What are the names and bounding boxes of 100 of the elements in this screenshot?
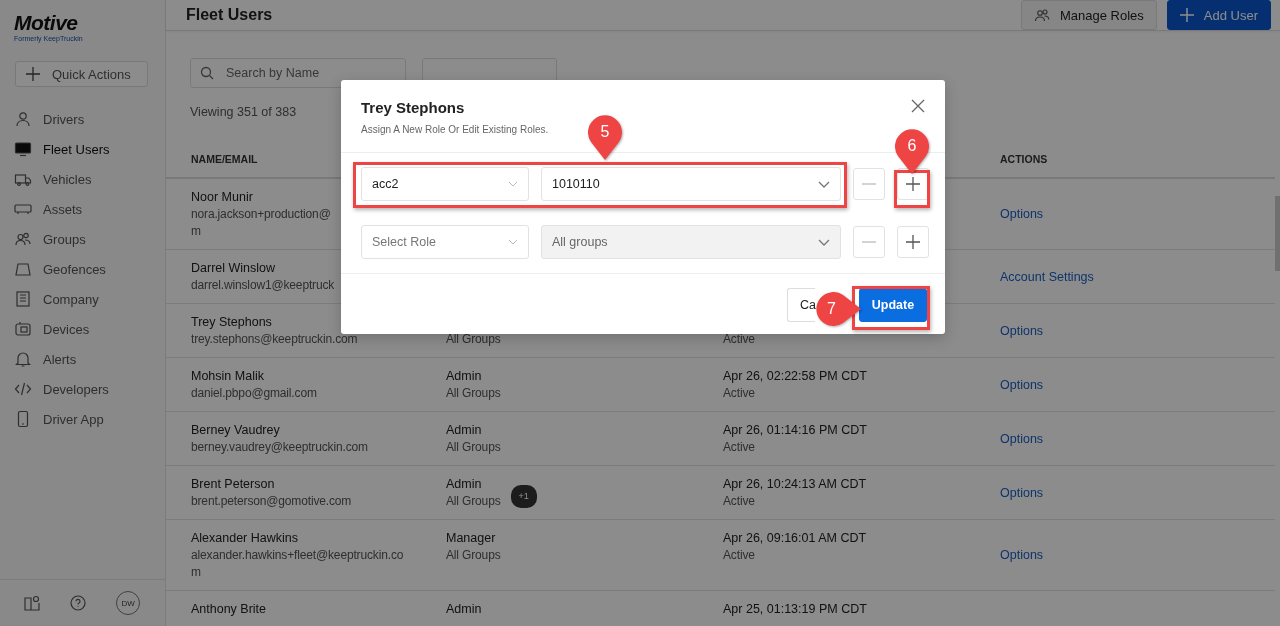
user-status: Active — [723, 547, 755, 564]
group-name: All Groups — [446, 439, 501, 456]
page-title: Fleet Users — [186, 6, 273, 24]
role-select[interactable]: Select Role — [361, 225, 529, 259]
role-select[interactable]: acc2 — [361, 167, 529, 201]
user-email: trey.stephons@keeptruckin.com — [191, 331, 358, 348]
cancel-button[interactable]: Ca — [787, 288, 815, 322]
user-email: daniel.pbpo@gmail.com — [191, 385, 317, 402]
step-marker: 6 — [893, 128, 931, 174]
options-link[interactable]: Options — [1000, 376, 1275, 394]
map-icon[interactable] — [22, 594, 41, 612]
group-name: All Groups — [446, 385, 501, 402]
options-link[interactable]: Options — [1000, 484, 1275, 502]
user-email: m — [191, 223, 201, 240]
column-header: NAME/EMAIL — [191, 152, 259, 165]
user-status: Active — [723, 331, 755, 348]
device-icon — [14, 320, 32, 338]
result-count: Viewing 351 of 383 — [190, 104, 297, 120]
last-active-time: Apr 26, 10:24:13 AM CDT — [723, 476, 867, 493]
minus-icon — [862, 183, 876, 185]
highlight-frame — [894, 170, 930, 208]
plus-icon — [906, 235, 920, 249]
user-name: Noor Munir — [191, 189, 254, 206]
bell-icon — [14, 350, 32, 368]
user-email: nora.jackson+production@ — [191, 206, 331, 223]
user-name: Darrel Winslow — [191, 260, 277, 277]
sidebar-item[interactable]: Company — [0, 284, 165, 314]
role-name: Admin — [446, 368, 482, 385]
role-name: Admin — [446, 476, 482, 493]
dialog-title: Trey Stephons — [361, 98, 465, 118]
person-icon — [14, 110, 32, 128]
minus-icon — [862, 241, 876, 243]
close-icon[interactable] — [911, 99, 925, 113]
last-active-time: Apr 26, 02:22:58 PM CDT — [723, 368, 867, 385]
search-field[interactable]: Search by Name — [190, 58, 406, 88]
plus-icon — [26, 67, 40, 81]
sidebar-item[interactable]: Devices — [0, 314, 165, 344]
last-active-time: Apr 26, 01:14:16 PM CDT — [723, 422, 867, 439]
options-link[interactable]: Options — [1000, 206, 1275, 223]
user-status: Active — [723, 439, 755, 456]
sidebar-item[interactable]: Driver App — [0, 404, 165, 434]
options-link[interactable]: Options — [1000, 430, 1275, 448]
user-status: Active — [723, 493, 755, 510]
help-icon[interactable] — [70, 595, 87, 611]
sidebar-item[interactable]: Alerts — [0, 344, 165, 374]
add-user-button[interactable]: Add User — [1166, 0, 1271, 30]
dialog-subtitle: Assign A New Role Or Edit Existing Roles. — [361, 124, 549, 136]
building-icon — [14, 290, 32, 308]
user-email: brent.peterson@gomotive.com — [191, 493, 352, 510]
role-name: Admin — [446, 422, 482, 439]
sidebar-item[interactable]: Developers — [0, 374, 165, 404]
user-name: Mohsin Malik — [191, 368, 265, 385]
last-active-time: Apr 26, 09:16:01 AM CDT — [723, 530, 867, 547]
user-name: Berney Vaudrey — [191, 422, 281, 439]
user-email: alexander.hawkins+fleet@keeptruckin.co — [191, 547, 404, 564]
sidebar-item[interactable]: Geofences — [0, 254, 165, 284]
user-status: Active — [723, 385, 755, 402]
user-name: Brent Peterson — [191, 476, 276, 493]
scrollbar[interactable] — [1275, 196, 1280, 271]
user-email: darrel.winslow1@keeptruck — [191, 277, 335, 294]
group-select[interactable]: 1010110 — [541, 167, 841, 201]
monitor-icon — [14, 140, 32, 158]
role-name: Admin — [446, 601, 482, 618]
group-name: All Groups — [446, 547, 501, 564]
chevron-icon — [508, 239, 518, 245]
options-link[interactable]: Options — [1000, 547, 1275, 564]
add-button[interactable] — [897, 226, 929, 258]
people-icon — [14, 230, 32, 248]
geofence-icon — [14, 260, 32, 278]
user-email: m — [191, 564, 201, 581]
user-name: Alexander Hawkins — [191, 530, 299, 547]
chevron-icon — [818, 180, 830, 188]
user-name: Trey Stephons — [191, 314, 273, 331]
search-icon — [200, 66, 214, 80]
role-name: Manager — [446, 530, 496, 547]
count-badge: +1 — [510, 485, 537, 508]
group-name: All Groups — [446, 493, 501, 510]
chevron-icon — [818, 238, 830, 246]
sidebar-item[interactable]: Groups — [0, 224, 165, 254]
user-name: Anthony Brite — [191, 601, 268, 618]
sidebar-item[interactable]: Assets — [0, 194, 165, 224]
manage-roles-button[interactable]: Manage Roles — [1020, 0, 1157, 30]
update-button[interactable]: Update — [859, 288, 927, 322]
step-marker: 5 — [586, 114, 624, 160]
options-link[interactable]: Account Settings — [1000, 268, 1275, 286]
column-header: ACTIONS — [1000, 152, 1049, 165]
quick-actions-button[interactable]: Quick Actions — [15, 61, 148, 87]
last-active-time: Apr 25, 01:13:19 PM CDT — [723, 601, 867, 618]
plus-icon — [906, 177, 920, 191]
options-link[interactable]: Options — [1000, 322, 1275, 340]
plus-icon — [1179, 8, 1194, 22]
code-icon — [14, 380, 32, 398]
chevron-icon — [508, 181, 518, 187]
sidebar-item[interactable]: Drivers — [0, 104, 165, 134]
sidebar-item[interactable]: Vehicles — [0, 164, 165, 194]
people-icon — [1033, 7, 1050, 23]
sidebar-item[interactable]: Fleet Users — [0, 134, 165, 164]
step-marker: 7 — [815, 290, 861, 328]
user-email: berney.vaudrey@keeptruckin.com — [191, 439, 368, 456]
logo: Motive — [14, 13, 78, 33]
